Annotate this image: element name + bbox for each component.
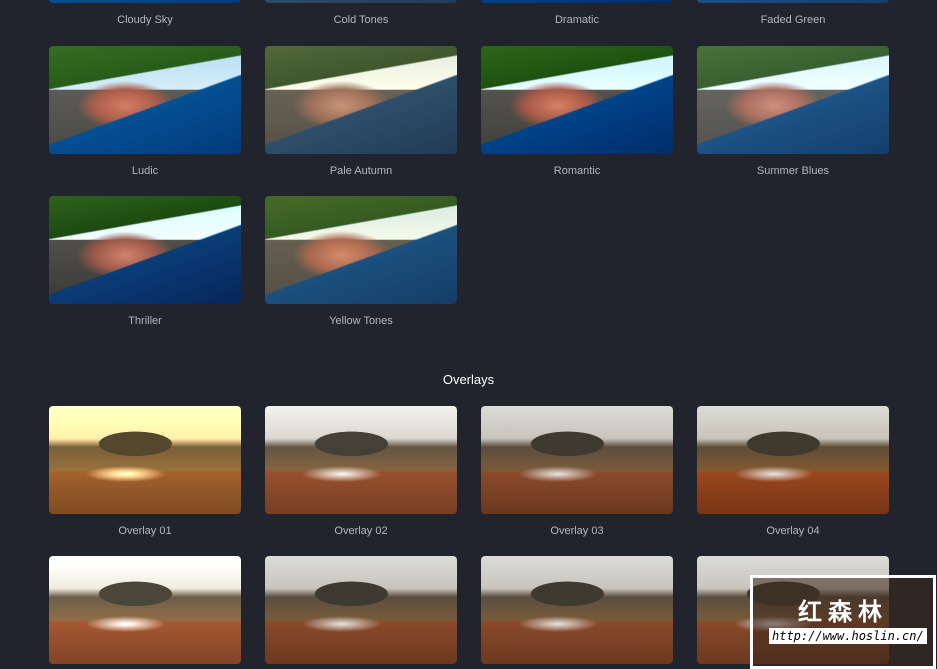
effect-label: Overlay 02	[334, 525, 388, 537]
effect-thumbnail[interactable]	[49, 46, 241, 154]
effect-thumbnail[interactable]	[49, 406, 241, 514]
effect-label: Faded Green	[760, 14, 826, 26]
effect-thumbnail[interactable]	[49, 0, 241, 3]
effect-thumbnail[interactable]	[265, 0, 457, 3]
effect-item[interactable]: Ludic	[49, 46, 241, 177]
effect-label: Overlay 03	[550, 525, 604, 537]
effect-item[interactable]: Overlay 02	[265, 406, 457, 537]
effect-item[interactable]	[481, 556, 673, 664]
effect-thumbnail[interactable]	[697, 0, 889, 3]
watermark-url: http://www.hoslin.cn/	[769, 628, 927, 644]
effect-item[interactable]: Pale Autumn	[265, 46, 457, 177]
effect-thumbnail[interactable]	[265, 46, 457, 154]
effect-label: Cold Tones	[333, 14, 389, 26]
effect-thumbnail[interactable]	[481, 406, 673, 514]
effect-item[interactable]: Romantic	[481, 46, 673, 177]
effect-label: Yellow Tones	[329, 315, 393, 327]
watermark: 红森林 http://www.hoslin.cn/	[750, 575, 936, 669]
effect-label: Romantic	[553, 165, 601, 177]
effect-label: Summer Blues	[756, 165, 830, 177]
effect-item[interactable]: Overlay 03	[481, 406, 673, 537]
effect-thumbnail[interactable]	[265, 196, 457, 304]
effect-thumbnail[interactable]	[697, 46, 889, 154]
effect-thumbnail[interactable]	[481, 0, 673, 3]
effect-item[interactable]: Summer Blues	[697, 46, 889, 177]
effect-item[interactable]: Yellow Tones	[265, 196, 457, 327]
effect-thumbnail[interactable]	[697, 406, 889, 514]
effect-label: Overlay 04	[766, 525, 820, 537]
effect-label: Overlay 01	[118, 525, 172, 537]
effect-item[interactable]: Thriller	[49, 196, 241, 327]
effect-thumbnail[interactable]	[49, 556, 241, 664]
effect-label: Thriller	[128, 315, 162, 327]
watermark-text: 红森林	[798, 599, 888, 626]
effect-thumbnail[interactable]	[481, 46, 673, 154]
effect-item[interactable]: Cold Tones	[265, 0, 457, 26]
effect-label: Pale Autumn	[329, 165, 393, 177]
effect-item[interactable]: Overlay 01	[49, 406, 241, 537]
effect-thumbnail[interactable]	[265, 406, 457, 514]
effect-item[interactable]	[265, 556, 457, 664]
effect-label: Dramatic	[554, 14, 599, 26]
effect-thumbnail[interactable]	[49, 196, 241, 304]
effect-item[interactable]: Dramatic	[481, 0, 673, 26]
effect-item[interactable]: Faded Green	[697, 0, 889, 26]
effect-item[interactable]: Cloudy Sky	[49, 0, 241, 26]
effect-item[interactable]	[49, 556, 241, 664]
effect-item[interactable]: Overlay 04	[697, 406, 889, 537]
effect-label: Cloudy Sky	[117, 14, 173, 26]
section-heading-overlays: Overlays	[442, 372, 495, 387]
effect-thumbnail[interactable]	[265, 556, 457, 664]
effect-label: Ludic	[131, 165, 159, 177]
effect-thumbnail[interactable]	[481, 556, 673, 664]
